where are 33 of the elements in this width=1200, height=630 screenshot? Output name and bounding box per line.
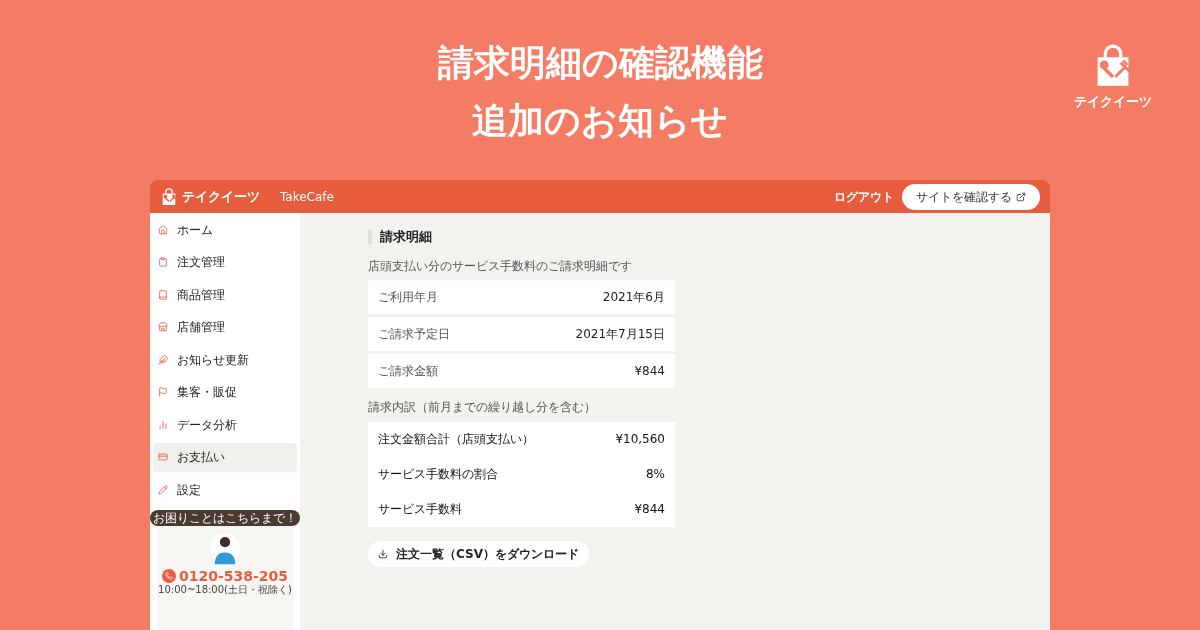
shop-name: TakeCafe bbox=[280, 188, 334, 206]
menu-icon bbox=[158, 419, 168, 430]
phone-icon-badge bbox=[161, 568, 176, 583]
breakdown-row-text: サービス手数料 ¥844 bbox=[377, 501, 666, 518]
brand-name: テイクイーツ bbox=[1074, 93, 1152, 111]
page-title: 請求明細 bbox=[380, 228, 432, 246]
menu-icon bbox=[158, 289, 168, 300]
menu-icon bbox=[158, 452, 168, 462]
menu-icon bbox=[158, 322, 168, 332]
headline: 追加のお知らせ bbox=[472, 99, 728, 143]
support-hours: 10:00~18:00(土日・祝除く) bbox=[158, 583, 292, 596]
menu-icon bbox=[158, 257, 168, 267]
summary-row: ご利用年月 2021年6月 bbox=[368, 279, 675, 314]
phone-number: 0120-538-205 bbox=[178, 567, 288, 584]
logo-text: テイクイーツ bbox=[182, 187, 260, 206]
download-button[interactable]: 注文一覧（CSV）をダウンロード bbox=[368, 540, 589, 567]
headline: 請求明細の確認機能 bbox=[437, 41, 763, 85]
sidebar-item[interactable]: お支払い bbox=[153, 442, 297, 472]
view-site-button[interactable]: サイトを確認する bbox=[902, 183, 1040, 210]
menu-icon bbox=[158, 484, 168, 495]
breakdown-row-text: サービス手数料の割合 8% bbox=[377, 466, 666, 483]
speech-bubble: お困りことはこちらまで！ bbox=[150, 509, 300, 526]
menu-icon bbox=[158, 387, 168, 397]
summary-row: ご請求予定日 2021年7月15日 bbox=[368, 316, 675, 351]
breakdown-label: 請求内訳（前月までの繰り越し分を含む） bbox=[368, 398, 597, 416]
external-link-icon bbox=[1016, 191, 1026, 202]
menu-icon bbox=[158, 354, 168, 365]
menu-icon bbox=[158, 224, 168, 235]
download-icon bbox=[378, 548, 388, 559]
breakdown-row-text: 注文金額合計（店頭支払い） ¥10,560 bbox=[377, 431, 666, 448]
summary-row: ご請求金額 ¥844 bbox=[368, 353, 675, 388]
description: 店頭支払い分のサービス手数料のご請求明細です bbox=[368, 257, 633, 275]
bag-logo-icon bbox=[160, 187, 178, 206]
